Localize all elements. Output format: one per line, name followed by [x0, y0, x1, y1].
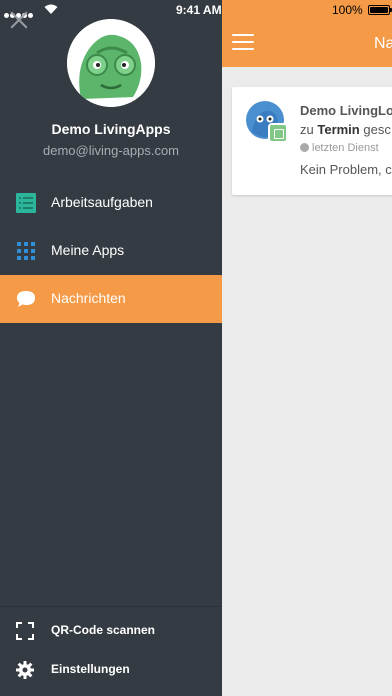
nav-item-nachrichten[interactable]: Nachrichten	[0, 275, 222, 323]
main-panel: 100% Na Demo LivingLo zu Termin gesc let…	[222, 0, 392, 696]
page-title: Na	[374, 35, 392, 52]
status-time: 9:41 AM	[176, 3, 222, 17]
nav-item-label: Meine Apps	[51, 242, 125, 258]
settings-label: Einstellungen	[51, 662, 130, 676]
nav-item-meine-apps[interactable]: Meine Apps	[0, 227, 222, 275]
battery-icon	[368, 5, 392, 15]
app-badge-icon	[268, 123, 288, 143]
task-list-icon	[16, 193, 36, 213]
chat-bubble-icon	[17, 291, 35, 307]
qr-scan-icon	[16, 622, 34, 640]
divider	[0, 606, 222, 607]
settings-button[interactable]: Einstellungen	[0, 651, 222, 691]
qr-code-scan-label: QR-Code scannen	[51, 623, 156, 637]
menu-icon[interactable]	[232, 34, 254, 50]
apps-grid-icon	[17, 242, 35, 260]
message-subject: zu Termin gesc	[300, 122, 391, 137]
message-card[interactable]: Demo LivingLo zu Termin gesc letzten Die…	[232, 87, 392, 195]
message-meta: letzten Dienst	[300, 142, 379, 154]
navigation-drawer: 9:41 AM Demo LivingApps demo@living-apps…	[0, 0, 222, 696]
nav-item-label: Arbeitsaufgaben	[51, 194, 153, 210]
message-sender: Demo LivingLo	[300, 103, 392, 118]
qr-code-scan-button[interactable]: QR-Code scannen	[0, 612, 222, 652]
nav-item-label: Nachrichten	[51, 290, 126, 306]
gear-icon	[16, 661, 34, 679]
battery-percentage: 100%	[332, 3, 363, 17]
user-name: Demo LivingApps	[51, 121, 171, 137]
app-header: 100% Na	[222, 0, 392, 67]
nav-item-arbeitsaufgaben[interactable]: Arbeitsaufgaben	[0, 179, 222, 227]
avatar[interactable]	[67, 19, 155, 107]
message-preview: Kein Problem, c	[300, 162, 392, 177]
close-icon[interactable]	[9, 10, 29, 30]
status-bar-right: 100%	[222, 0, 392, 21]
user-email: demo@living-apps.com	[42, 143, 180, 158]
status-bar-left: 9:41 AM	[0, 0, 222, 21]
chameleon-icon	[67, 19, 155, 107]
clock-icon	[300, 143, 309, 152]
wifi-icon	[44, 4, 58, 14]
